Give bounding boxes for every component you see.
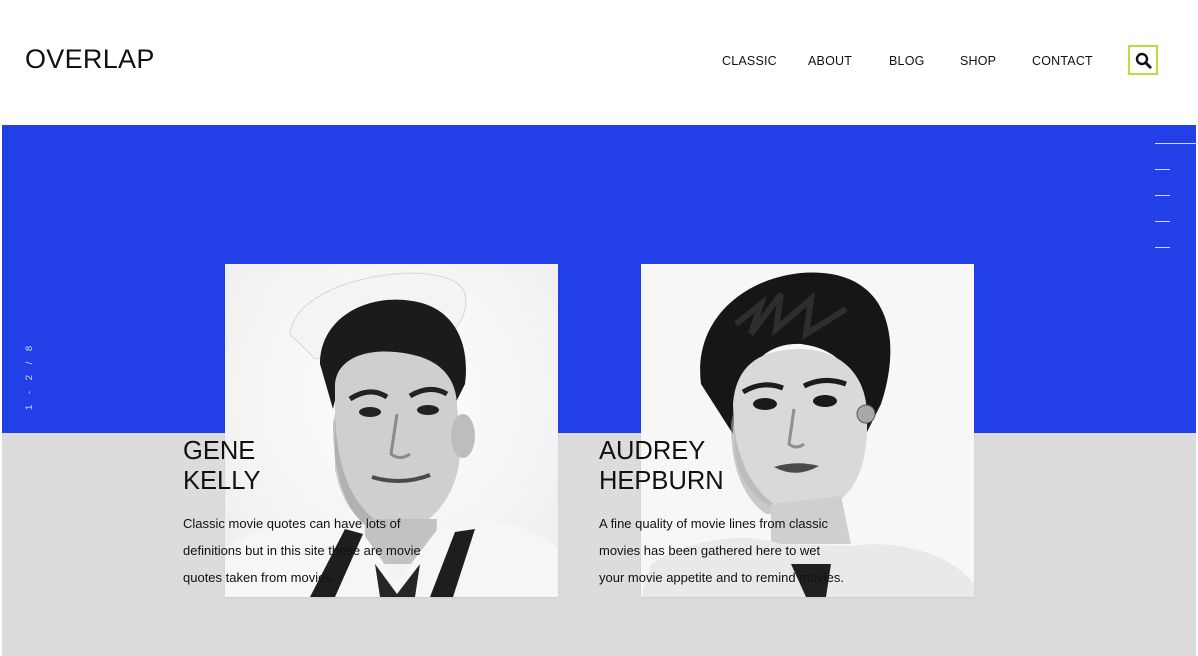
nav-item-classic[interactable]: CLASSIC [722,54,777,68]
hero-blue-band [2,125,1196,433]
site-header: OVERLAP CLASSIC ABOUT BLOG SHOP CONTACT [0,0,1198,124]
card-title-audrey-hepburn[interactable]: AUDREY HEPBURN [599,436,724,496]
card-title-line: HEPBURN [599,467,724,495]
slider-dot[interactable] [1155,247,1170,248]
nav-item-blog[interactable]: BLOG [889,54,925,68]
card-title-line: GENE [183,437,256,465]
slide-counter: 1 - 2 / 8 [24,341,35,410]
slider-dot[interactable] [1155,195,1170,196]
nav-item-contact[interactable]: CONTACT [1032,54,1093,68]
card-title-line: AUDREY [599,437,706,465]
main-nav: CLASSIC ABOUT BLOG SHOP CONTACT [0,54,1198,74]
search-icon [1135,52,1152,69]
card-title-gene-kelly[interactable]: GENE KELLY [183,436,261,496]
card-description: A fine quality of movie lines from class… [599,516,844,585]
slider-dot[interactable] [1155,221,1170,222]
card-description: Classic movie quotes can have lots of de… [183,516,421,585]
slider-dot-active[interactable] [1155,143,1198,144]
nav-item-shop[interactable]: SHOP [960,54,996,68]
slider-dot[interactable] [1155,169,1170,170]
card-title-line: KELLY [183,467,261,495]
nav-item-about[interactable]: ABOUT [808,54,852,68]
search-button[interactable] [1128,45,1158,75]
